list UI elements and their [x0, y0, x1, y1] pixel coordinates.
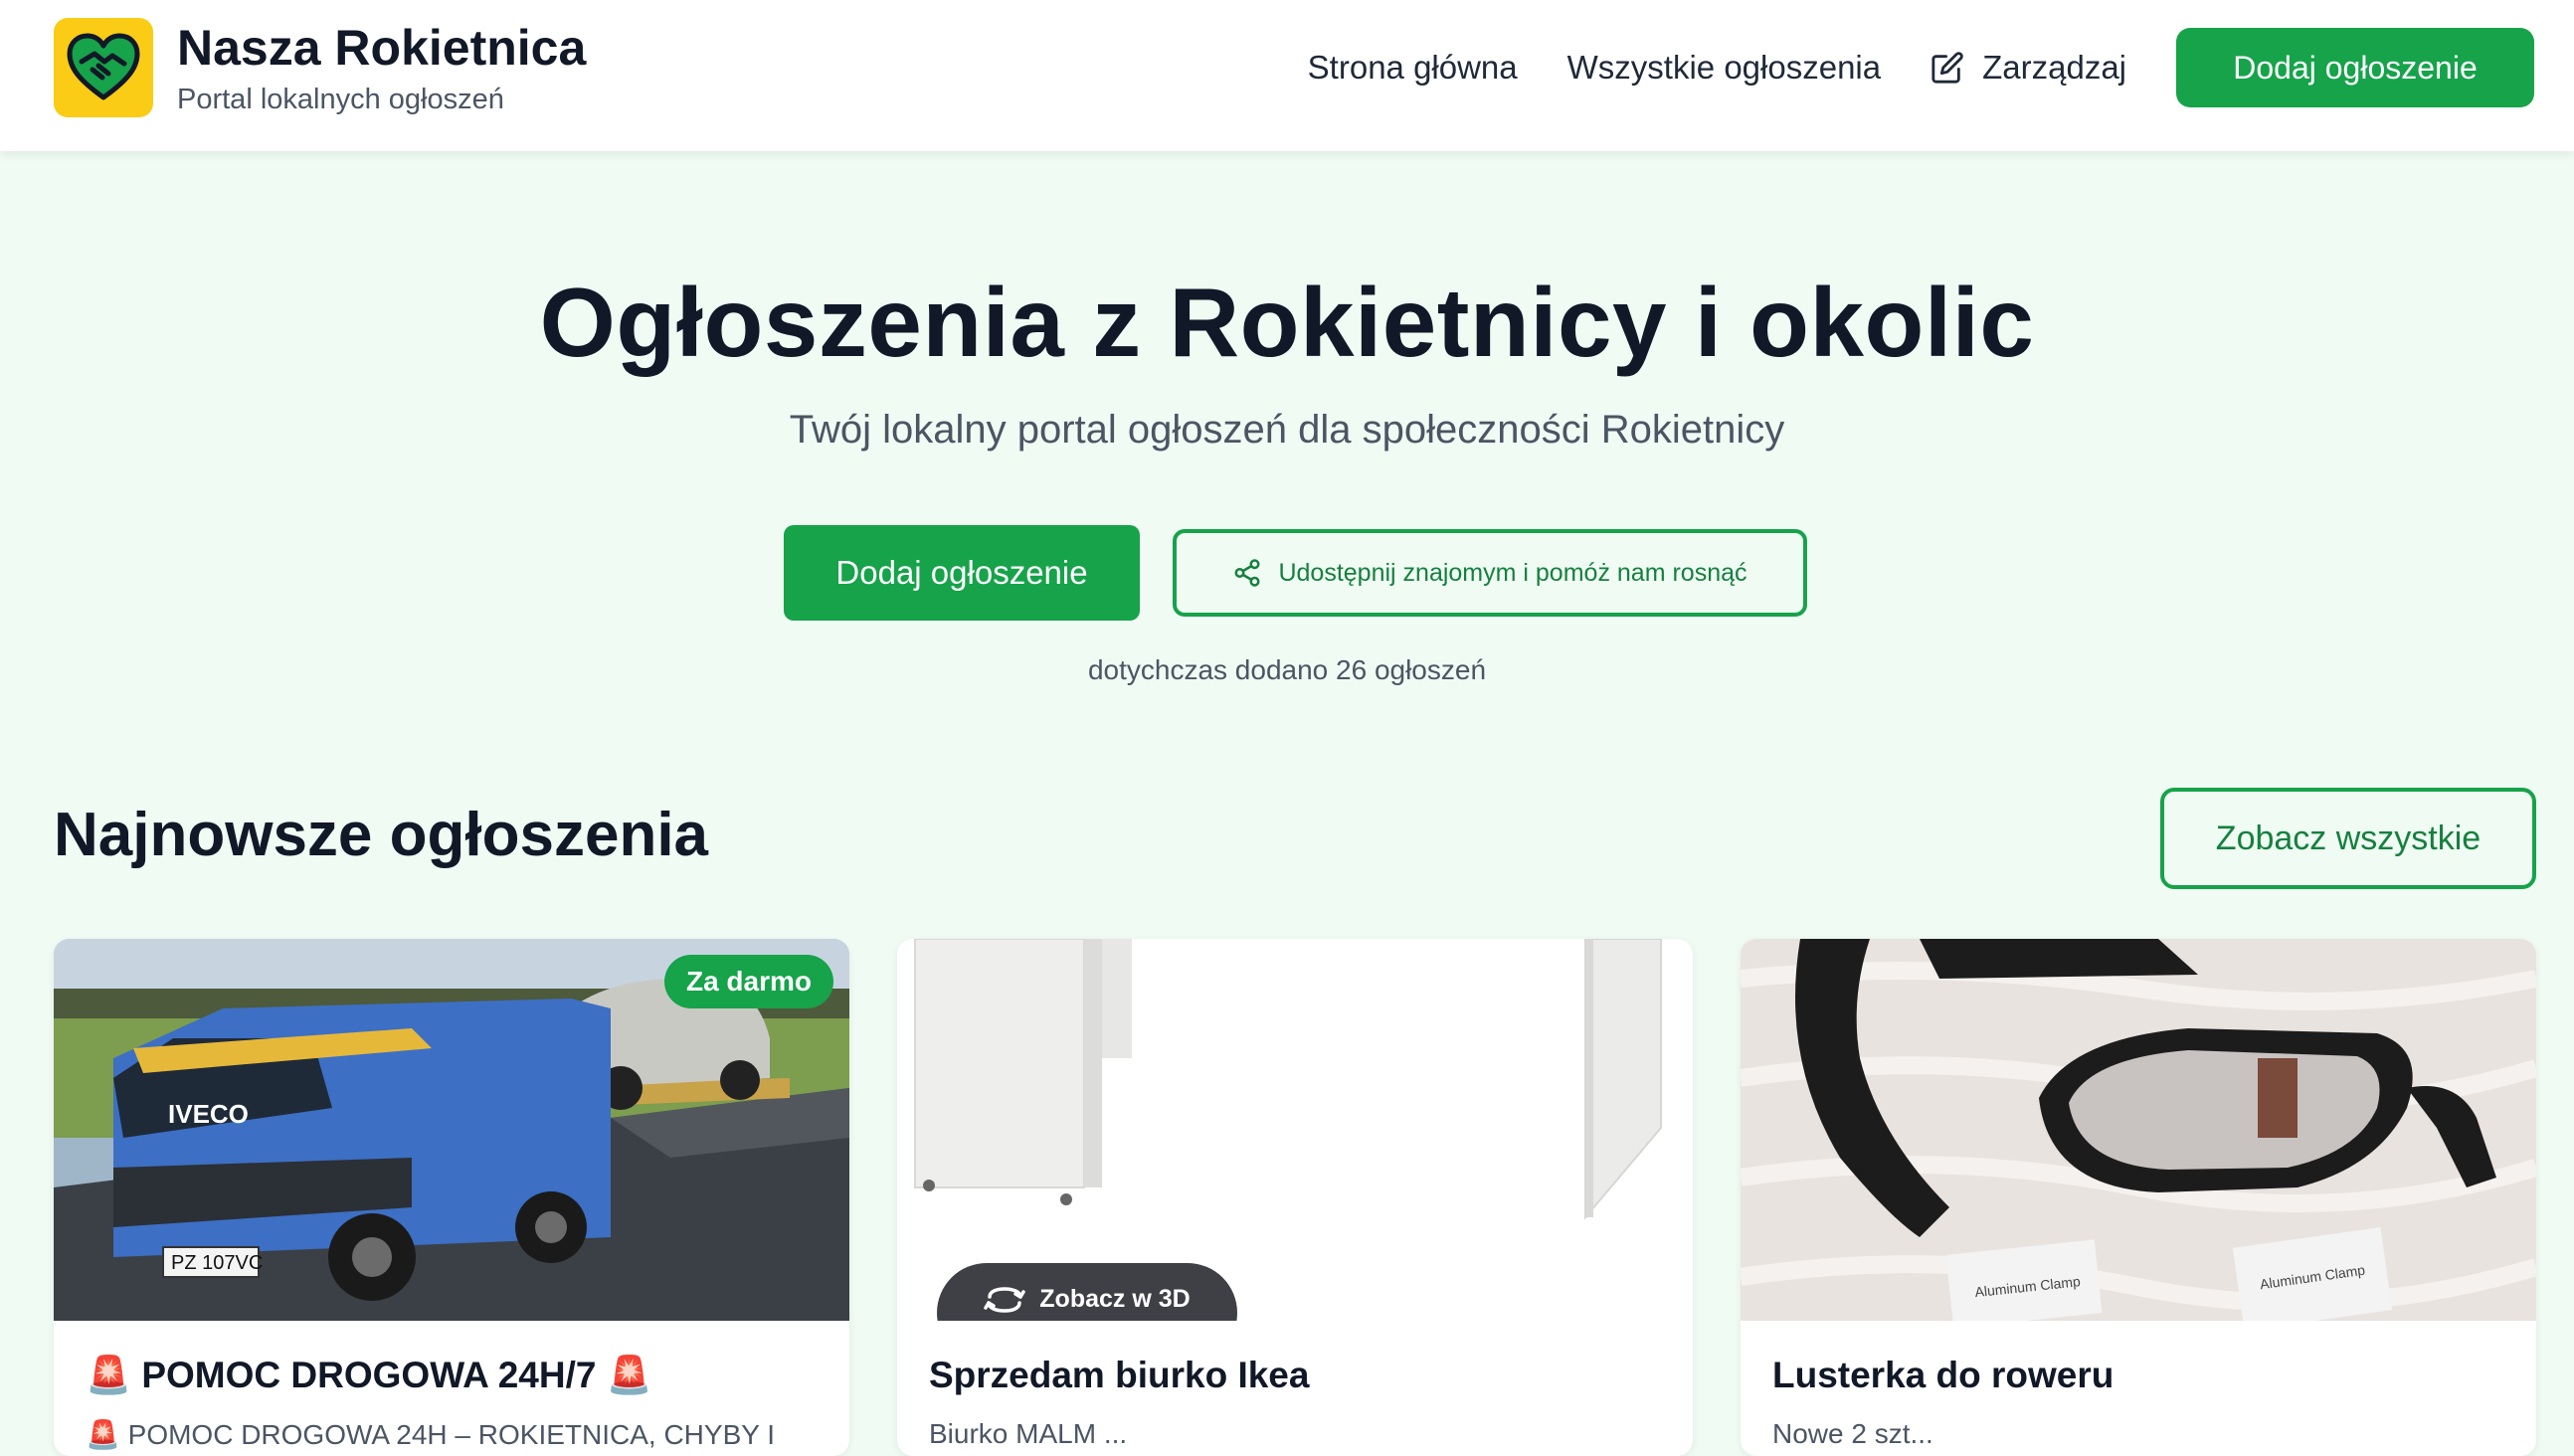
- brand[interactable]: Nasza Rokietnica Portal lokalnych ogłosz…: [54, 18, 586, 117]
- free-badge: Za darmo: [663, 955, 833, 1008]
- hero-subtitle: Twój lokalny portal ogłoszeń dla społecz…: [789, 408, 1785, 452]
- see-all-button[interactable]: Zobacz wszystkie: [2160, 788, 2536, 889]
- bike-mirrors-photo: Aluminum Clamp Aluminum Clamp: [1741, 939, 2536, 1321]
- top-header: Nasza Rokietnica Portal lokalnych ogłosz…: [0, 0, 2574, 151]
- nav-home-link[interactable]: Strona główna: [1308, 49, 1518, 87]
- brand-title: Nasza Rokietnica: [177, 19, 587, 76]
- heart-handshake-icon: [54, 18, 153, 117]
- ad-card-description: Biurko MALM ...: [929, 1418, 1128, 1449]
- tow-truck-photo: IVECO PZ 107VC Za darmo: [54, 939, 849, 1321]
- share-button[interactable]: Udostępnij znajomym i pomóż nam rosnąć: [1173, 529, 1807, 617]
- ad-card-description: Nowe 2 szt...: [1772, 1418, 1933, 1449]
- hero-add-ad-button[interactable]: Dodaj ogłoszenie: [784, 525, 1140, 621]
- ad-card[interactable]: Zobacz w 3D Sprzedam biurko Ikea Biurko …: [897, 939, 1693, 1456]
- nav-manage-label: Zarządzaj: [1982, 49, 2126, 86]
- svg-text:IVECO: IVECO: [168, 1099, 249, 1129]
- edit-icon: [1930, 51, 1964, 85]
- view-3d-label: Zobacz w 3D: [1039, 1285, 1191, 1313]
- ad-card-title: Sprzedam biurko Ikea: [929, 1355, 1310, 1395]
- ad-card-description: 🚨 POMOC DROGOWA 24H – ROKIETNICA, CHYBY …: [86, 1419, 775, 1450]
- brand-subtitle: Portal lokalnych ogłoszeń: [177, 83, 504, 115]
- ad-card[interactable]: Aluminum Clamp Aluminum Clamp Lusterka d…: [1741, 939, 2536, 1456]
- share-button-label: Udostępnij znajomym i pomóż nam rosnąć: [1278, 558, 1747, 587]
- main-nav: Strona główna Wszystkie ogłoszenia Zarzą…: [1308, 28, 2534, 107]
- svg-text:PZ 107VC: PZ 107VC: [171, 1252, 263, 1274]
- nav-manage-link[interactable]: Zarządzaj: [1930, 49, 2126, 87]
- share-icon: [1234, 559, 1260, 587]
- view-3d-button[interactable]: Zobacz w 3D: [937, 1263, 1237, 1321]
- ad-card[interactable]: IVECO PZ 107VC Za darmo 🚨 POMOC DROGOWA …: [54, 939, 849, 1456]
- ad-card-title: Lusterka do roweru: [1772, 1355, 2114, 1395]
- ad-card-title: 🚨 POMOC DROGOWA 24H/7 🚨: [86, 1355, 652, 1395]
- nav-all-ads-link[interactable]: Wszystkie ogłoszenia: [1567, 49, 1881, 87]
- latest-ads-heading: Najnowsze ogłoszenia: [54, 801, 709, 869]
- header-add-ad-button[interactable]: Dodaj ogłoszenie: [2176, 28, 2534, 107]
- white-desk-photo: Zobacz w 3D: [897, 939, 1693, 1321]
- rotate-3d-icon: [984, 1287, 1026, 1313]
- ads-count-text: dotychczas dodano 26 ogłoszeń: [1087, 654, 1487, 685]
- hero-title: Ogłoszenia z Rokietnicy i okolic: [539, 268, 2035, 377]
